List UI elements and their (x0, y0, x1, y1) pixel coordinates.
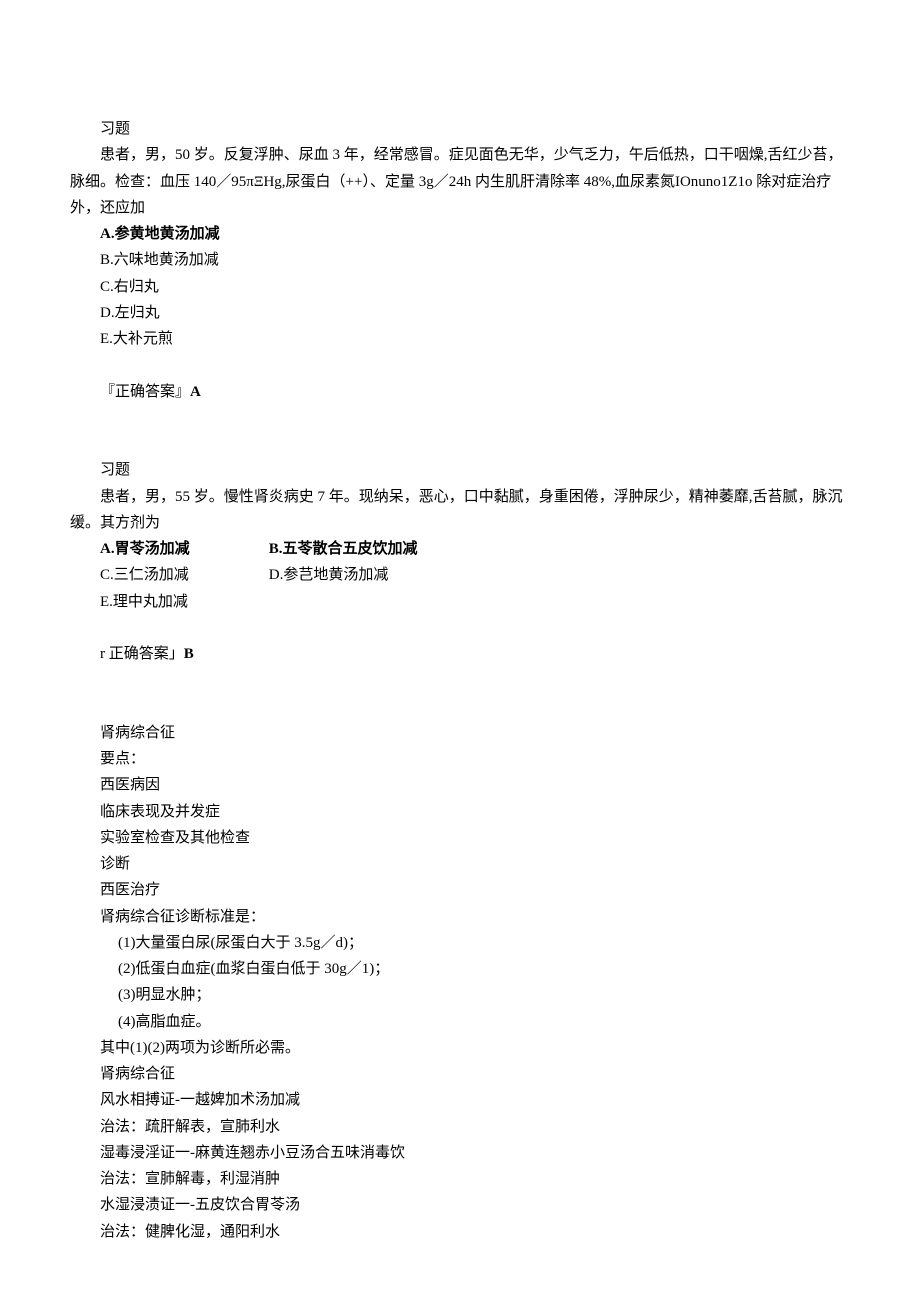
points-label: 要点： (70, 746, 850, 772)
q2-answer-value: B (184, 646, 194, 662)
q1-answer-label: 『正确答案』 (100, 384, 190, 400)
spacer (70, 352, 850, 378)
q2-option-a: A.胃苓汤加减 (100, 536, 265, 562)
q2-answer-label: r 正确答案」 (100, 646, 184, 662)
spacer (70, 615, 850, 641)
section-title-2: 肾病综合征 (70, 1061, 850, 1087)
diag-note: 其中(1)(2)两项为诊断所必需。 (70, 1035, 850, 1061)
q2-body: 患者，男，55 岁。慢性肾炎病史 7 年。现纳呆，恶心，口中黏腻，身重困倦，浮肿… (70, 484, 850, 537)
spacer (70, 431, 850, 457)
q1-body: 患者，男，50 岁。反复浮肿、尿血 3 年，经常感冒。症见面色无华，少气乏力，午… (70, 142, 850, 221)
q1-label: 习题 (70, 116, 850, 142)
point-4: 诊断 (70, 851, 850, 877)
q2-option-e: E.理中丸加减 (70, 589, 850, 615)
remedy-1: 风水相搏证-一越婢加术汤加减 (70, 1087, 850, 1113)
q1-option-b: B.六味地黄汤加减 (70, 247, 850, 273)
q2-label: 习题 (70, 457, 850, 483)
diag-4: (4)高脂血症。 (70, 1009, 850, 1035)
diag-label: 肾病综合征诊断标准是： (70, 904, 850, 930)
remedy-2: 湿毒浸淫证一-麻黄连翘赤小豆汤合五味消毒饮 (70, 1140, 850, 1166)
remedy-1-treat: 治法：疏肝解表，宣肺利水 (70, 1114, 850, 1140)
diag-2: (2)低蛋白血症(血浆白蛋白低于 30g／1)； (70, 956, 850, 982)
document-page: 习题 患者，男，50 岁。反复浮肿、尿血 3 年，经常感冒。症见面色无华，少气乏… (0, 0, 920, 1305)
spacer (70, 667, 850, 693)
q2-option-c: C.三仁汤加减 (100, 562, 265, 588)
q1-option-e: E.大补元煎 (70, 326, 850, 352)
q2-options-row2: C.三仁汤加减 D.参芑地黄汤加减 (70, 562, 850, 588)
point-2: 临床表现及并发症 (70, 799, 850, 825)
q2-options-row1: A.胃苓汤加减 B.五苓散合五皮饮加减 (70, 536, 850, 562)
q2-option-d: D.参芑地黄汤加减 (269, 562, 389, 588)
spacer (70, 405, 850, 431)
q1-option-c: C.右归丸 (70, 274, 850, 300)
q1-answer: 『正确答案』A (70, 379, 850, 405)
q1-option-d: D.左归丸 (70, 300, 850, 326)
remedy-3: 水湿浸渍证一-五皮饮合胃苓汤 (70, 1192, 850, 1218)
point-1: 西医病因 (70, 772, 850, 798)
q2-option-b: B.五苓散合五皮饮加减 (269, 536, 418, 562)
remedy-3-treat: 治法：健脾化湿，通阳利水 (70, 1219, 850, 1245)
q1-option-a: A.参黄地黄汤加减 (70, 221, 850, 247)
point-5: 西医治疗 (70, 877, 850, 903)
diag-3: (3)明显水肿； (70, 982, 850, 1008)
section-title: 肾病综合征 (70, 720, 850, 746)
spacer (70, 694, 850, 720)
remedy-2-treat: 治法：宣肺解毒，利湿消肿 (70, 1166, 850, 1192)
q2-answer: r 正确答案」B (70, 641, 850, 667)
diag-1: (1)大量蛋白尿(尿蛋白大于 3.5g／d)； (70, 930, 850, 956)
point-3: 实验室检查及其他检查 (70, 825, 850, 851)
q1-answer-value: A (190, 384, 201, 400)
